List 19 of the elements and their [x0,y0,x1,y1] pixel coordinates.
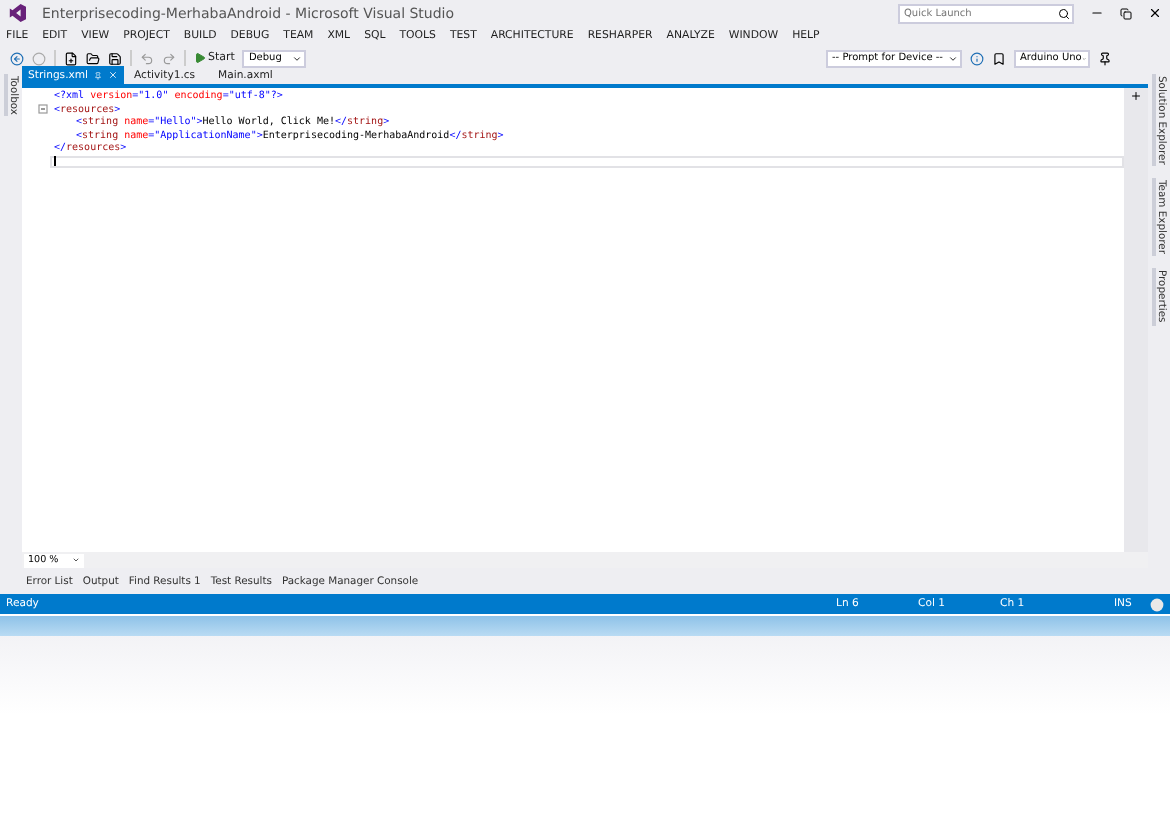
collapse-icon[interactable] [38,104,48,115]
undo-icon[interactable] [140,51,154,65]
minimize-icon[interactable] [1090,6,1104,20]
redo-icon[interactable] [162,51,176,65]
caret-icon [292,53,303,63]
info-icon[interactable] [970,51,984,65]
vertical-scrollbar[interactable] [1124,88,1148,552]
back-icon[interactable] [10,51,24,65]
restore-icon[interactable] [1120,7,1132,19]
save-icon[interactable] [108,51,122,65]
pin-icon[interactable] [1098,51,1112,65]
close-icon[interactable] [1148,6,1162,20]
search-icon [1058,7,1070,19]
caret-icon [948,53,958,63]
app-logo-icon [8,4,26,22]
play-icon [194,52,206,64]
open-icon[interactable] [86,51,100,65]
bookmark-icon[interactable] [992,51,1006,65]
notification-icon[interactable] [1150,597,1164,611]
